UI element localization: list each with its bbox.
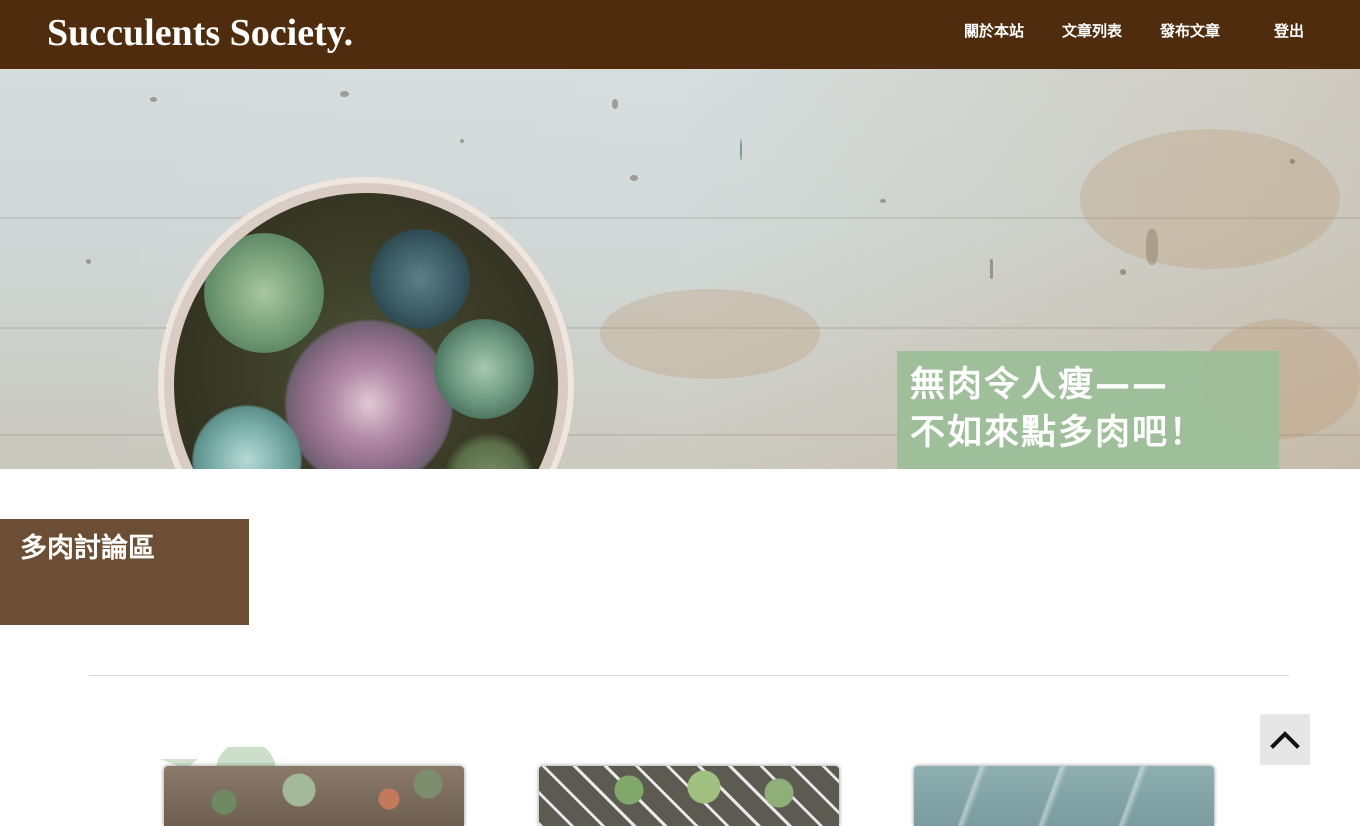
moss-patch	[444, 433, 534, 469]
card-image	[914, 766, 1214, 826]
section-title: 多肉討論區	[20, 533, 155, 564]
nav-link-article-list[interactable]: 文章列表	[1062, 20, 1122, 42]
wood-knot	[1146, 229, 1158, 265]
wood-speck	[630, 175, 638, 181]
wood-speck	[340, 91, 349, 97]
divider	[89, 675, 1289, 676]
hero-caption-line1: 無肉令人瘦——	[910, 365, 1170, 405]
card-image	[164, 766, 464, 826]
nav-link-logout[interactable]: 登出	[1274, 20, 1304, 42]
article-card[interactable]	[539, 766, 839, 826]
nav-link-post-article[interactable]: 發布文章	[1160, 20, 1220, 42]
article-card[interactable]	[914, 766, 1214, 826]
navbar: Succulents Society. 關於本站 文章列表 發布文章 登出	[0, 0, 1360, 69]
article-card[interactable]	[164, 766, 464, 826]
wood-speck	[1120, 269, 1126, 275]
hero-caption-line2: 不如來點多肉吧！	[910, 413, 1207, 453]
back-to-top-button[interactable]	[1260, 714, 1310, 765]
teal-rosette	[370, 229, 470, 329]
pink-rosette	[284, 319, 454, 469]
nav-link-about[interactable]: 關於本站	[964, 20, 1024, 42]
pot-soil	[174, 193, 558, 469]
wood-speck	[86, 259, 91, 264]
card-image	[539, 766, 839, 826]
section-title-block: 多肉討論區	[0, 519, 249, 625]
hero-caption: 無肉令人瘦—— 不如來點多肉吧！	[897, 351, 1279, 469]
wood-speck	[740, 139, 742, 161]
succulent-pot	[158, 177, 574, 469]
green-rosette	[434, 319, 534, 419]
green-rosette	[204, 233, 324, 353]
wood-speck	[990, 259, 993, 279]
wood-stain	[1080, 129, 1340, 269]
hero-banner: 無肉令人瘦—— 不如來點多肉吧！	[0, 69, 1360, 469]
chevron-up-icon	[1270, 731, 1300, 749]
wood-speck	[460, 139, 464, 143]
wood-speck	[1290, 159, 1295, 164]
brand-logo[interactable]: Succulents Society.	[47, 10, 353, 56]
wood-speck	[880, 199, 886, 203]
wood-speck	[612, 99, 618, 109]
wood-speck	[150, 97, 157, 102]
wood-stain	[600, 289, 820, 379]
